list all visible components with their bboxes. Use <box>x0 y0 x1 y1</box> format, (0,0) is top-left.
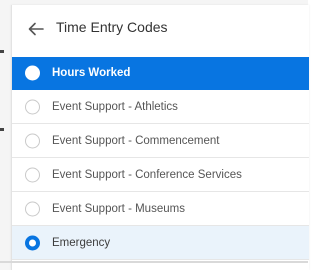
option-event-support-commencement[interactable]: Event Support - Commencement <box>12 124 309 158</box>
option-label: Event Support - Commencement <box>52 134 220 147</box>
bottom-divider <box>0 261 308 263</box>
panel-header: Time Entry Codes <box>12 5 309 53</box>
option-event-support-athletics[interactable]: Event Support - Athletics <box>12 90 309 124</box>
radio-button[interactable] <box>25 201 40 216</box>
option-label: Event Support - Athletics <box>52 100 178 113</box>
radio-button[interactable] <box>25 167 40 182</box>
panel-title: Time Entry Codes <box>56 19 168 35</box>
window-frame: Time Entry Codes Hours Worked Event Supp… <box>0 0 309 270</box>
radio-button[interactable] <box>25 133 40 148</box>
option-event-support-conference-services[interactable]: Event Support - Conference Services <box>12 158 309 192</box>
edge-mark <box>0 128 4 131</box>
option-hours-worked[interactable]: Hours Worked <box>12 57 309 90</box>
edge-mark <box>0 50 4 53</box>
back-button[interactable] <box>23 16 49 42</box>
time-entry-code-list: Hours Worked Event Support - Athletics E… <box>12 57 309 260</box>
arrow-left-icon <box>28 22 44 36</box>
option-emergency[interactable]: Emergency <box>12 226 309 260</box>
option-label: Event Support - Museums <box>52 202 185 215</box>
option-label: Hours Worked <box>52 67 131 79</box>
option-label: Emergency <box>52 236 111 249</box>
radio-button[interactable] <box>25 235 40 250</box>
radio-button[interactable] <box>25 65 40 81</box>
option-label: Event Support - Conference Services <box>52 168 242 181</box>
option-event-support-museums[interactable]: Event Support - Museums <box>12 192 309 226</box>
time-entry-codes-panel: Time Entry Codes Hours Worked Event Supp… <box>11 5 309 270</box>
radio-button[interactable] <box>25 99 40 114</box>
